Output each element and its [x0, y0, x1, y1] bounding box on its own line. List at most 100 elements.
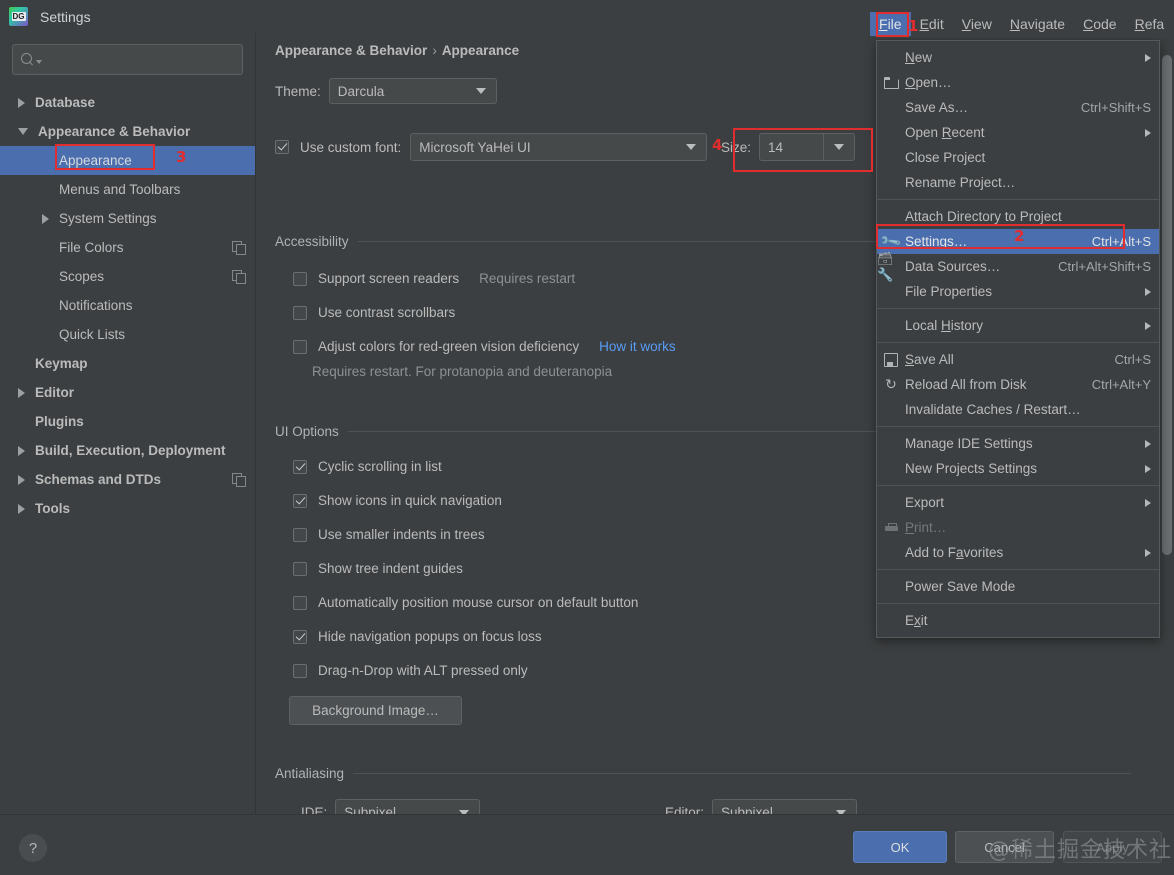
auto-position-cursor-checkbox[interactable]	[293, 595, 307, 610]
option-cyclic-scrolling[interactable]: Cyclic scrolling in list	[293, 459, 442, 474]
file-menu-item-new-projects-settings[interactable]: New Projects Settings	[877, 456, 1159, 481]
sidebar-item-scopes[interactable]: Scopes	[0, 262, 255, 291]
antialiasing-group-header: Antialiasing	[275, 766, 1131, 781]
breadcrumb-parent[interactable]: Appearance & Behavior	[275, 43, 427, 58]
file-menu-item-rename-project[interactable]: Rename Project…	[877, 170, 1159, 195]
sidebar-item-schemas-and-dtds[interactable]: Schemas and DTDs	[0, 465, 255, 494]
file-menu-item-data-sources[interactable]: 🗃🔧 Data Sources… Ctrl+Alt+Shift+S	[877, 251, 1159, 282]
sidebar-item-editor[interactable]: Editor	[0, 378, 255, 407]
file-menu-item-save-as[interactable]: Save As… Ctrl+Shift+S	[877, 95, 1159, 120]
menu-item-label: Rename Project…	[905, 175, 1016, 190]
file-menu-item-power-save-mode[interactable]: Power Save Mode	[877, 574, 1159, 599]
file-menu-item-new[interactable]: New	[877, 45, 1159, 70]
sidebar-item-quick-lists[interactable]: Quick Lists	[0, 320, 255, 349]
option-auto-position-cursor[interactable]: Automatically position mouse cursor on d…	[293, 595, 638, 610]
menu-item-shortcut: Ctrl+S	[1114, 352, 1151, 367]
how-it-works-link[interactable]: How it works	[599, 339, 676, 354]
option-drag-n-drop-alt[interactable]: Drag-n-Drop with ALT pressed only	[293, 663, 528, 678]
group-divider	[353, 773, 1131, 774]
smaller-indents-checkbox[interactable]	[293, 527, 307, 542]
menubar-item-refa[interactable]: Refa	[1126, 12, 1174, 36]
cyclic-scrolling-checkbox[interactable]	[293, 459, 307, 474]
hide-nav-popups-checkbox[interactable]	[293, 629, 307, 644]
menubar-item-view[interactable]: View	[953, 12, 1001, 36]
file-menu-item-open[interactable]: Open…	[877, 70, 1159, 95]
option-adjust-colors-red-green[interactable]: Adjust colors for red-green vision defic…	[293, 339, 676, 354]
option-smaller-indents[interactable]: Use smaller indents in trees	[293, 527, 485, 542]
file-menu-item-close-project[interactable]: Close Project	[877, 145, 1159, 170]
menu-item-label: Close Project	[905, 150, 986, 165]
drag-n-drop-checkbox[interactable]	[293, 663, 307, 678]
option-label: Show icons in quick navigation	[318, 493, 502, 508]
sidebar-item-menus-and-toolbars[interactable]: Menus and Toolbars	[0, 175, 255, 204]
menubar-item-code[interactable]: Code	[1074, 12, 1125, 36]
option-label: Use smaller indents in trees	[318, 527, 485, 542]
file-menu-item-attach-directory-to-project[interactable]: Attach Directory to Project	[877, 204, 1159, 229]
menu-divider	[877, 308, 1159, 309]
help-icon[interactable]: ?	[19, 834, 47, 862]
use-custom-font-checkbox[interactable]	[275, 140, 289, 154]
file-menu-item-save-all[interactable]: Save All Ctrl+S	[877, 347, 1159, 372]
sidebar-item-file-colors[interactable]: File Colors	[0, 233, 255, 262]
sidebar-item-tools[interactable]: Tools	[0, 494, 255, 523]
option-label: Support screen readers	[318, 271, 460, 286]
sidebar-item-appearance-behavior[interactable]: Appearance & Behavior	[0, 117, 255, 146]
menu-item-label: New Projects Settings	[905, 461, 1038, 476]
sidebar-item-label: Build, Execution, Deployment	[35, 443, 226, 458]
sidebar-item-keymap[interactable]: Keymap	[0, 349, 255, 378]
file-menu-item-invalidate-caches-restart[interactable]: Invalidate Caches / Restart…	[877, 397, 1159, 422]
chevron-right-icon[interactable]	[18, 445, 25, 456]
tree-indent-guides-checkbox[interactable]	[293, 561, 307, 576]
option-hide-nav-popups[interactable]: Hide navigation popups on focus loss	[293, 629, 542, 644]
file-menu-item-print: Print…	[877, 515, 1159, 540]
chevron-right-icon[interactable]	[18, 503, 25, 514]
sidebar-item-label: Editor	[35, 385, 74, 400]
use-contrast-scrollbars-checkbox[interactable]	[293, 305, 307, 320]
chevron-down-icon[interactable]	[834, 144, 845, 150]
file-menu-item-file-properties[interactable]: File Properties	[877, 279, 1159, 304]
option-tree-indent-guides[interactable]: Show tree indent guides	[293, 561, 463, 576]
chevron-right-icon[interactable]	[18, 474, 25, 485]
support-screen-readers-checkbox[interactable]	[293, 271, 307, 286]
chevron-down-icon[interactable]	[18, 128, 28, 135]
file-menu-item-manage-ide-settings[interactable]: Manage IDE Settings	[877, 431, 1159, 456]
ok-button[interactable]: OK	[853, 831, 947, 863]
option-show-icons-quick-nav[interactable]: Show icons in quick navigation	[293, 493, 502, 508]
custom-font-select[interactable]: Microsoft YaHei UI	[410, 133, 708, 161]
settings-vertical-scrollbar[interactable]	[1162, 55, 1172, 555]
menu-item-label: Attach Directory to Project	[905, 209, 1062, 224]
sidebar-item-database[interactable]: Database	[0, 88, 255, 117]
chevron-right-icon[interactable]	[42, 213, 49, 224]
sidebar-item-system-settings[interactable]: System Settings	[0, 204, 255, 233]
file-menu-item-exit[interactable]: Exit	[877, 608, 1159, 633]
chevron-right-icon[interactable]	[18, 97, 25, 108]
theme-select[interactable]: Darcula	[328, 78, 497, 104]
save-icon	[877, 352, 905, 367]
sidebar-item-appearance[interactable]: Appearance	[0, 146, 255, 175]
sidebar-item-build-execution-deployment[interactable]: Build, Execution, Deployment	[0, 436, 255, 465]
chevron-down-icon	[36, 59, 42, 64]
editor-antialiasing-select[interactable]: Subpixel	[712, 799, 858, 815]
file-menu-item-local-history[interactable]: Local History	[877, 313, 1159, 338]
adjust-colors-checkbox[interactable]	[293, 339, 307, 354]
file-menu-item-add-to-favorites[interactable]: Add to Favorites	[877, 540, 1159, 565]
ide-antialiasing-select[interactable]: Subpixel	[335, 799, 481, 815]
chevron-right-icon[interactable]	[18, 387, 25, 398]
option-support-screen-readers[interactable]: Support screen readers Requires restart	[293, 271, 575, 286]
file-menu-item-export[interactable]: Export	[877, 490, 1159, 515]
sidebar-item-notifications[interactable]: Notifications	[0, 291, 255, 320]
option-use-contrast-scrollbars[interactable]: Use contrast scrollbars	[293, 305, 455, 320]
sidebar-item-label: Keymap	[35, 356, 88, 371]
menubar-item-navigate[interactable]: Navigate	[1001, 12, 1074, 36]
font-size-field[interactable]: 14	[759, 133, 856, 161]
search-input[interactable]	[12, 44, 243, 75]
show-icons-checkbox[interactable]	[293, 493, 307, 508]
datagrip-icon	[9, 7, 28, 26]
background-image-button[interactable]: Background Image…	[289, 696, 462, 725]
option-label: Automatically position mouse cursor on d…	[318, 595, 639, 610]
menubar-item-file[interactable]: File	[870, 12, 911, 36]
file-menu-item-open-recent[interactable]: Open Recent	[877, 120, 1159, 145]
sidebar-item-plugins[interactable]: Plugins	[0, 407, 255, 436]
file-menu-item-reload-all-from-disk[interactable]: ↻ Reload All from Disk Ctrl+Alt+Y	[877, 372, 1159, 397]
